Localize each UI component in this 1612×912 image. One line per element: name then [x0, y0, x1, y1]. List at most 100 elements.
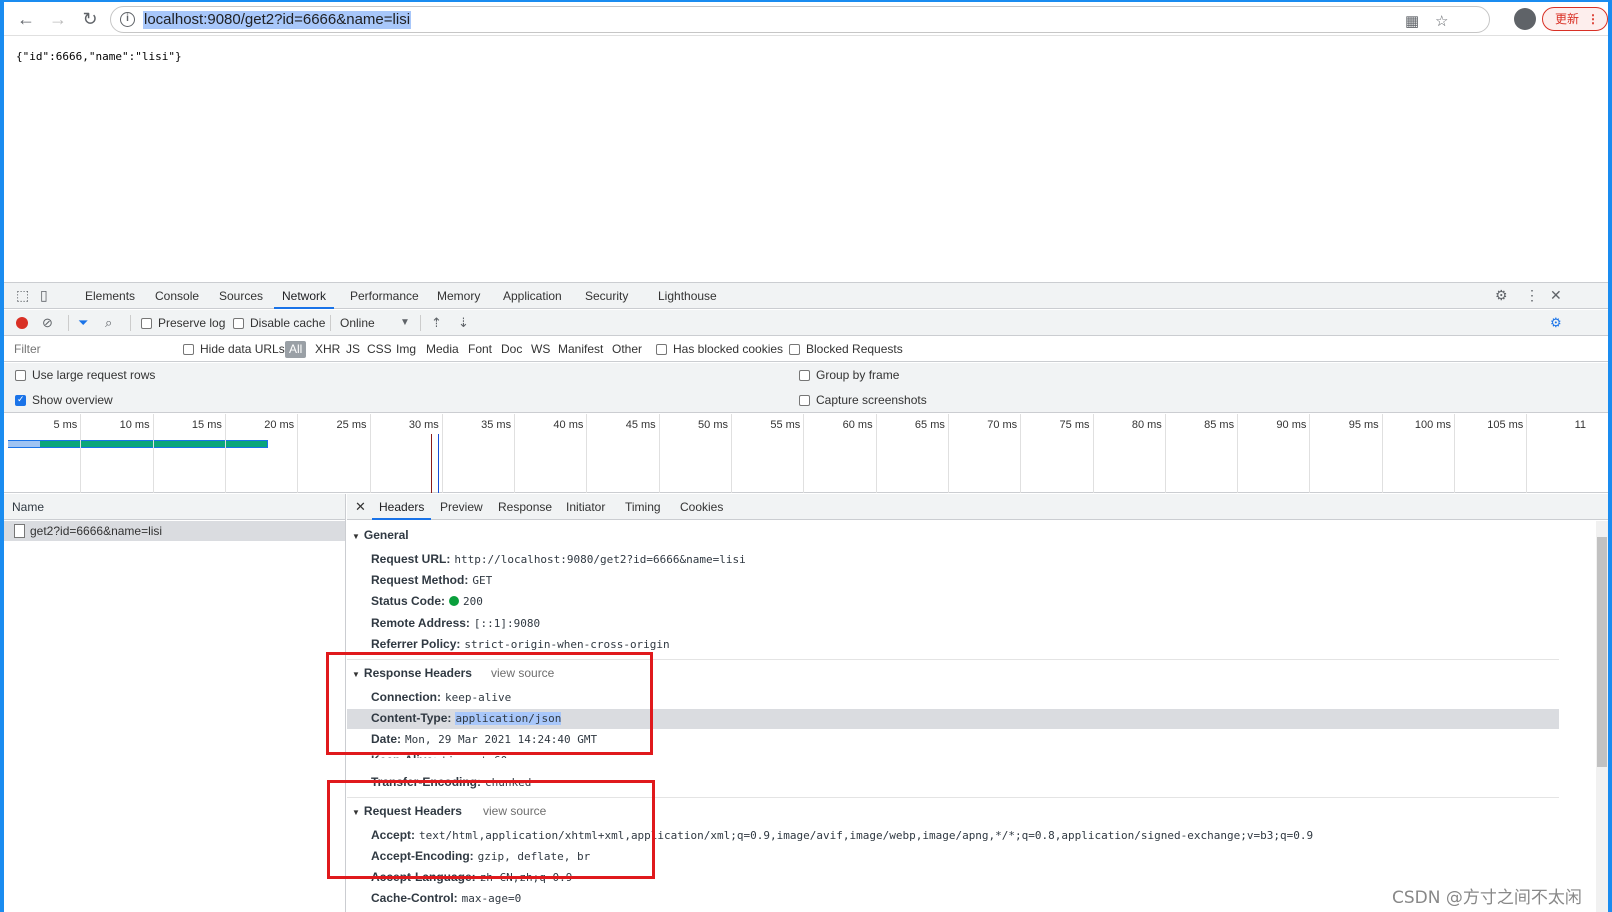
devtools-tabbar: ⬚ ▯ Elements Console Sources Network Per…	[4, 283, 1608, 309]
timeline-tick-label: 60 ms	[842, 419, 873, 431]
group-by-frame-checkbox[interactable]	[799, 370, 810, 381]
forward-icon[interactable]: →	[46, 7, 70, 31]
timeline-gridline	[441, 414, 443, 493]
filter-xhr[interactable]: XHR	[315, 342, 340, 356]
filter-media[interactable]: Media	[426, 342, 459, 356]
tab-initiator[interactable]: Initiator	[566, 494, 605, 520]
disable-cache-checkbox[interactable]	[233, 318, 244, 329]
update-button[interactable]: 更新 ⋮	[1542, 7, 1608, 31]
tab-preview[interactable]: Preview	[440, 494, 483, 520]
timeline-tick-label: 65 ms	[914, 419, 945, 431]
devtools-menu-icon[interactable]: ⋮	[1525, 287, 1539, 304]
timeline-gridline	[1309, 414, 1311, 493]
tab-console[interactable]: Console	[155, 283, 199, 309]
filter-other[interactable]: Other	[612, 342, 642, 356]
export-har-icon[interactable]: ⇣	[458, 315, 469, 331]
hide-data-urls-checkbox[interactable]	[183, 344, 194, 355]
close-details-icon[interactable]: ✕	[355, 494, 366, 520]
tab-headers[interactable]: Headers	[372, 494, 432, 520]
page-json-content: {"id":6666,"name":"lisi"}	[16, 50, 182, 63]
tab-elements[interactable]: Elements	[85, 283, 135, 309]
filter-font[interactable]: Font	[468, 342, 492, 356]
tab-sources[interactable]: Sources	[219, 283, 263, 309]
filter-img[interactable]: Img	[396, 342, 416, 356]
record-icon[interactable]	[16, 317, 28, 329]
timeline-overview[interactable]: 5 ms 10 ms 15 ms 20 ms 25 ms 30 ms 35 ms 40 ms 4…	[4, 414, 1608, 493]
tab-application[interactable]: Application	[503, 283, 562, 309]
devtools-panel: ⬚ ▯ Elements Console Sources Network Per…	[4, 282, 1608, 912]
annotation-box-request-headers	[327, 780, 655, 879]
tab-timing[interactable]: Timing	[625, 494, 661, 520]
clear-icon[interactable]: ⊘	[42, 315, 53, 331]
request-waiting-bar	[8, 441, 40, 447]
qr-code-icon[interactable]: ▦	[1405, 12, 1419, 30]
filter-input[interactable]	[10, 340, 170, 359]
profile-avatar-icon[interactable]	[1514, 8, 1536, 30]
timeline-tick-label: 95 ms	[1348, 419, 1379, 431]
timeline-tick-label: 35 ms	[481, 419, 512, 431]
large-rows-checkbox[interactable]	[15, 370, 26, 381]
timeline-tick-label: 30 ms	[408, 419, 439, 431]
address-url[interactable]: localhost:9080/get2?id=6666&name=lisi	[143, 11, 412, 29]
network-settings-icon[interactable]: ⚙	[1550, 315, 1562, 331]
import-har-icon[interactable]: ⇡	[431, 315, 442, 331]
dom-content-loaded-marker	[431, 434, 432, 493]
tab-performance[interactable]: Performance	[350, 283, 419, 309]
timeline-tick-label: 80 ms	[1131, 419, 1162, 431]
more-menu-icon[interactable]: ⋮	[1587, 8, 1599, 30]
settings-gear-icon[interactable]: ⚙	[1495, 287, 1508, 304]
show-overview-checkbox[interactable]	[15, 394, 26, 406]
filter-manifest[interactable]: Manifest	[558, 342, 603, 356]
tab-security[interactable]: Security	[585, 283, 628, 309]
site-info-icon[interactable]: i	[120, 12, 135, 27]
timeline-gridline	[297, 414, 299, 493]
timeline-tick-label: 50 ms	[698, 419, 728, 431]
chevron-down-icon[interactable]: ▼	[400, 317, 410, 328]
filter-all[interactable]: All	[285, 341, 307, 358]
timeline-tick-label: 55 ms	[770, 419, 801, 431]
timeline-tick-label: 15 ms	[191, 419, 222, 431]
header-row: Request URL: http://localhost:9080/get2?i…	[371, 552, 746, 566]
back-icon[interactable]: ←	[14, 7, 38, 31]
timeline-tick-label: 40 ms	[553, 419, 584, 431]
details-scrollbar[interactable]	[1596, 521, 1608, 912]
tab-lighthouse[interactable]: Lighthouse	[658, 283, 717, 309]
filter-doc[interactable]: Doc	[501, 342, 522, 356]
capture-screenshots-checkbox[interactable]	[799, 395, 810, 406]
scroll-thumb[interactable]	[1597, 537, 1607, 767]
timeline-gridline	[1020, 414, 1022, 493]
timeline-tick-label: 20 ms	[264, 419, 295, 431]
search-icon[interactable]: ⌕	[105, 315, 112, 331]
tab-memory[interactable]: Memory	[437, 283, 480, 309]
address-bar[interactable]: i localhost:9080/get2?id=6666&name=lisi …	[110, 6, 1490, 33]
blocked-requests-checkbox[interactable]	[789, 344, 800, 355]
request-row[interactable]: get2?id=6666&name=lisi	[4, 521, 345, 541]
close-devtools-icon[interactable]: ✕	[1550, 287, 1562, 304]
browser-toolbar: ← → ↻ i localhost:9080/get2?id=6666&name…	[4, 2, 1608, 36]
tab-response[interactable]: Response	[498, 494, 552, 520]
name-column-header[interactable]: Name	[4, 494, 345, 520]
timeline-tick-label: 105 ms	[1487, 419, 1524, 431]
tab-cookies[interactable]: Cookies	[680, 494, 723, 520]
timeline-tick-label: 70 ms	[987, 419, 1018, 431]
timeline-tick-label: 100 ms	[1414, 419, 1451, 431]
throttle-select[interactable]: Online	[340, 316, 375, 330]
inspect-element-icon[interactable]: ⬚	[16, 287, 29, 304]
status-ok-icon	[449, 596, 460, 606]
filter-icon[interactable]: ⏷	[78, 315, 88, 331]
filter-js[interactable]: JS	[346, 342, 360, 356]
device-toggle-icon[interactable]: ▯	[40, 287, 48, 304]
timeline-tick-label: 25 ms	[336, 419, 367, 431]
preserve-log-checkbox[interactable]	[141, 318, 152, 329]
bookmark-star-icon[interactable]: ☆	[1435, 12, 1448, 30]
timeline-gridline	[731, 414, 732, 493]
tab-network[interactable]: Network	[274, 283, 335, 309]
filter-css[interactable]: CSS	[367, 342, 392, 356]
general-section-header[interactable]: ▼ General	[352, 528, 409, 542]
has-blocked-cookies-checkbox[interactable]	[656, 344, 667, 355]
reload-icon[interactable]: ↻	[78, 7, 102, 31]
filter-ws[interactable]: WS	[531, 342, 550, 356]
timeline-gridline	[80, 414, 82, 493]
timeline-gridline	[586, 414, 588, 493]
header-row: Cache-Control: max-age=0	[371, 891, 522, 905]
